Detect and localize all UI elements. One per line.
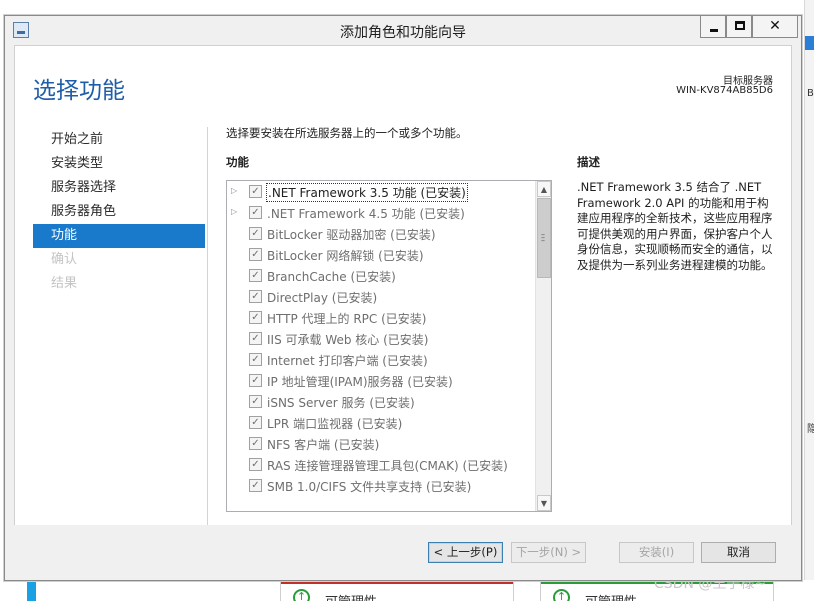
wizard-content: 选择功能 目标服务器 WIN-KV874AB85D6 开始之前 安装类型 服务器… [14,45,792,525]
maximize-icon [735,21,745,30]
feature-label: Internet 打印客户端 (已安装) [267,354,428,368]
scroll-up-button[interactable]: ▲ [537,181,551,197]
background-tile [27,580,36,601]
minimize-button[interactable] [700,16,726,38]
description-text: .NET Framework 3.5 结合了 .NET Framework 2.… [577,180,773,272]
feature-checkbox[interactable]: ✓ [249,332,262,345]
nav-item-confirmation: 确认 [51,252,78,267]
nav-item-installation-type[interactable]: 安装类型 [33,152,205,176]
feature-checkbox[interactable]: ✓ [249,248,262,261]
expand-arrow-icon[interactable]: ▷ [231,207,237,216]
feature-row[interactable]: ✓ SMB 1.0/CIFS 文件共享支持 (已安装) [227,475,535,496]
previous-button[interactable]: < 上一步(P) [428,542,503,563]
install-button: 安装(I) [619,542,694,563]
feature-checkbox[interactable]: ✓ [249,353,262,366]
feature-checkbox[interactable]: ✓ [249,437,262,450]
features-list-items: ▷ ✓ .NET Framework 3.5 功能 (已安装) ▷ ✓ .NET Fram… [227,181,535,511]
feature-row[interactable]: ✓ DirectPlay (已安装) [227,286,535,307]
feature-row[interactable]: ✓ NFS 客户端 (已安装) [227,433,535,454]
expand-arrow-icon[interactable]: ▷ [231,186,237,195]
nav-item-server-selection[interactable]: 服务器选择 [33,176,205,200]
nav-item-features[interactable]: 功能 [33,224,205,248]
feature-row[interactable] [227,496,535,511]
cancel-button[interactable]: 取消 [701,542,776,563]
wizard-nav: 开始之前 安装类型 服务器选择 服务器角色 功能 确认 结果 [33,128,205,296]
feature-checkbox[interactable]: ✓ [249,269,262,282]
feature-checkbox[interactable]: ✓ [249,416,262,429]
feature-label: BitLocker 网络解锁 (已安装) [267,249,424,263]
feature-label: LPR 端口监视器 (已安装) [267,417,403,431]
nav-divider [207,127,208,525]
feature-label: IP 地址管理(IPAM)服务器 (已安装) [267,375,453,389]
background-right-edge: B) 隐 [804,0,814,601]
grip-icon: – – – [541,230,545,245]
feature-checkbox[interactable]: ✓ [249,458,262,471]
feature-label: .NET Framework 4.5 功能 (已安装) [267,207,465,221]
feature-label: IIS 可承载 Web 核心 (已安装) [267,333,429,347]
close-button[interactable]: ✕ [752,16,798,38]
feature-checkbox[interactable]: ✓ [249,395,262,408]
feature-row[interactable]: ▷ ✓ .NET Framework 3.5 功能 (已安装) [227,181,535,202]
window-title: 添加角色和功能向导 [340,25,466,41]
dashboard-card-left: ↑ 可管理性 [280,580,514,601]
feature-row[interactable]: ✓ LPR 端口监视器 (已安装) [227,412,535,433]
feature-row[interactable]: ✓ BitLocker 网络解锁 (已安装) [227,244,535,265]
card-label: 可管理性 [325,591,377,601]
features-scrollbar[interactable]: ▲ – – – ▼ [535,181,551,511]
background-fragment: 隐 [807,424,814,435]
description-heading: 描述 [577,155,600,169]
feature-label: SMB 1.0/CIFS 文件共享支持 (已安装) [267,480,472,494]
feature-label: DirectPlay (已安装) [267,291,378,305]
page-title: 选择功能 [33,78,125,104]
feature-row[interactable]: ✓ IP 地址管理(IPAM)服务器 (已安装) [227,370,535,391]
feature-label: RAS 连接管理器管理工具包(CMAK) (已安装) [267,459,508,473]
nav-item-results: 结果 [51,276,78,291]
nav-item-before-you-begin[interactable]: 开始之前 [33,128,205,152]
wizard-window: 添加角色和功能向导 ✕ 选择功能 目标服务器 WIN-KV874AB85D6 开… [4,15,802,581]
feature-label: .NET Framework 3.5 功能 (已安装) [266,183,468,202]
background-accent-strip [805,36,814,50]
feature-checkbox[interactable]: ✓ [249,290,262,303]
feature-checkbox[interactable]: ✓ [249,185,262,198]
arrow-up-icon: ↑ [293,589,310,601]
feature-label: HTTP 代理上的 RPC (已安装) [267,312,427,326]
instruction-text: 选择要安装在所选服务器上的一个或多个功能。 [226,126,468,140]
feature-label: iSNS Server 服务 (已安装) [267,396,415,410]
arrow-up-icon: ↑ [553,589,570,601]
feature-row[interactable]: ✓ HTTP 代理上的 RPC (已安装) [227,307,535,328]
feature-checkbox[interactable]: ✓ [249,311,262,324]
features-heading: 功能 [226,155,249,169]
title-bar[interactable]: 添加角色和功能向导 ✕ [5,16,801,46]
minimize-icon [710,29,718,32]
feature-row[interactable]: ✓ RAS 连接管理器管理工具包(CMAK) (已安装) [227,454,535,475]
scroll-thumb[interactable]: – – – [537,198,551,278]
features-list[interactable]: ▷ ✓ .NET Framework 3.5 功能 (已安装) ▷ ✓ .NET Fram… [226,180,552,512]
feature-row[interactable]: ✓ iSNS Server 服务 (已安装) [227,391,535,412]
scroll-down-button[interactable]: ▼ [537,495,551,511]
feature-checkbox[interactable]: ✓ [249,227,262,240]
nav-item-server-roles[interactable]: 服务器角色 [33,200,205,224]
feature-label: BranchCache (已安装) [267,270,396,284]
feature-label: NFS 客户端 (已安装) [267,438,380,452]
feature-checkbox[interactable]: ✓ [249,206,262,219]
card-label: 可管理性 [585,591,637,601]
feature-checkbox[interactable]: ✓ [249,374,262,387]
feature-row[interactable]: ✓ BranchCache (已安装) [227,265,535,286]
feature-row[interactable]: ✓ Internet 打印客户端 (已安装) [227,349,535,370]
target-server-name: WIN-KV874AB85D6 [676,85,773,96]
feature-label: BitLocker 驱动器加密 (已安装) [267,228,436,242]
feature-checkbox[interactable]: ✓ [249,479,262,492]
feature-row[interactable]: ✓ BitLocker 驱动器加密 (已安装) [227,223,535,244]
feature-row[interactable]: ▷ ✓ .NET Framework 4.5 功能 (已安装) [227,202,535,223]
feature-row[interactable]: ✓ IIS 可承载 Web 核心 (已安装) [227,328,535,349]
background-fragment: B) [807,88,814,99]
maximize-button[interactable] [726,16,752,38]
next-button: 下一步(N) > [511,542,586,563]
